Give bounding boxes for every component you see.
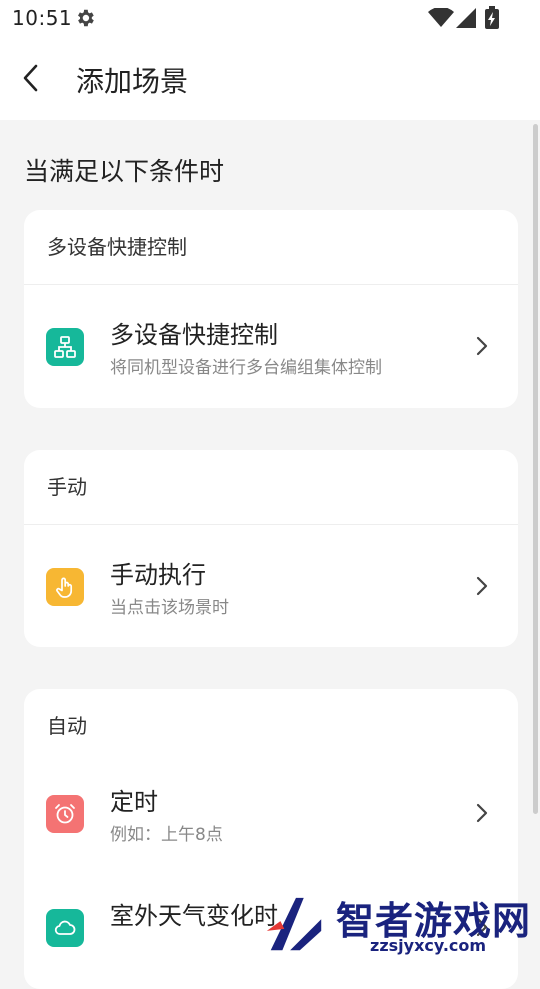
chevron-right-icon: [476, 576, 488, 596]
chevron-right-icon: [476, 336, 488, 356]
cloud-icon: [46, 909, 84, 947]
page-title: 添加场景: [76, 65, 189, 98]
watermark-logo-icon: [266, 897, 322, 951]
card-header: 手动: [24, 450, 518, 525]
list-item-manual-execute[interactable]: 手动执行 当点击该场景时: [24, 525, 518, 647]
device-group-icon: [46, 328, 84, 366]
status-bar: 10:51: [0, 0, 540, 36]
item-title: 多设备快捷控制: [110, 321, 278, 349]
alarm-clock-icon: [46, 795, 84, 833]
status-time: 10:51: [12, 6, 73, 30]
item-subtitle: 例如：上午8点: [110, 825, 223, 845]
card-multi-device: 多设备快捷控制 多设备快捷控制 将同机型设备进行多台编组集体控制: [24, 210, 518, 408]
item-subtitle: 将同机型设备进行多台编组集体控制: [110, 358, 382, 378]
item-subtitle: 当点击该场景时: [110, 598, 229, 618]
battery-charging-icon: [485, 6, 499, 29]
list-item-multi-device-control[interactable]: 多设备快捷控制 将同机型设备进行多台编组集体控制: [24, 285, 518, 407]
list-item-timer[interactable]: 定时 例如：上午8点: [24, 752, 518, 874]
item-title: 手动执行: [110, 561, 206, 589]
app-bar: 添加场景: [0, 36, 540, 120]
back-chevron-icon[interactable]: [16, 62, 48, 94]
watermark-url: zzsjyxcy.com: [370, 936, 487, 955]
card-manual: 手动 手动执行 当点击该场景时: [24, 450, 518, 647]
conditions-heading: 当满足以下条件时: [24, 157, 225, 186]
scrollbar[interactable]: [533, 124, 538, 814]
chevron-right-icon: [476, 803, 488, 823]
card-header: 多设备快捷控制: [24, 210, 518, 285]
item-title: 定时: [110, 788, 158, 816]
gear-icon: [78, 9, 94, 27]
tap-hand-icon: [46, 568, 84, 606]
item-title: 室外天气变化时: [110, 902, 278, 930]
watermark-overlay: 智者游戏网 zzsjyxcy.com: [260, 890, 540, 960]
signal-icon: [456, 8, 476, 28]
wifi-icon: [428, 8, 454, 27]
